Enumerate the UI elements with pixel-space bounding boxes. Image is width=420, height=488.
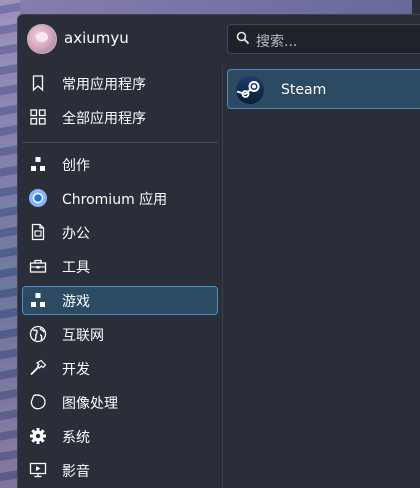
category-label: 互联网 [62,328,104,344]
category-chromium-apps[interactable]: Chromium 应用 [22,184,218,213]
category-label: 影音 [62,464,90,480]
avatar[interactable] [27,24,57,54]
category-favorites[interactable]: 常用应用程序 [22,69,218,98]
app-label: Steam [281,82,327,98]
gear-icon [30,428,46,444]
separator [22,142,218,143]
search-placeholder: 搜索... [256,34,298,50]
category-all-applications[interactable]: 全部应用程序 [22,103,218,132]
bookmark-icon [32,75,44,92]
steam-icon [236,76,264,104]
category-office[interactable]: 办公 [22,218,218,247]
category-label: 创作 [62,158,90,174]
games-icon [31,293,45,307]
category-internet[interactable]: 互联网 [22,320,218,349]
toolbox-icon [29,259,47,273]
category-label: Chromium 应用 [62,192,168,208]
graphics-blob-icon [30,394,46,410]
graphics-icon [31,157,45,171]
chromium-icon [29,189,47,207]
category-games[interactable]: 游戏 [22,286,218,315]
category-label: 全部应用程序 [62,111,146,127]
search-icon [236,31,250,45]
category-graphics[interactable]: 图像处理 [22,388,218,417]
multimedia-icon [29,462,47,478]
username[interactable]: axiumyu [64,29,129,47]
category-label: 开发 [62,362,90,378]
category-list: 常用应用程序 全部应用程序 创作 Chromium 应用 办公 工具 游戏 互联… [18,65,222,488]
category-utilities[interactable]: 工具 [22,252,218,281]
category-label: 游戏 [62,294,90,310]
category-development[interactable]: 开发 [22,354,218,383]
category-label: 常用应用程序 [62,77,146,93]
application-launcher: axiumyu 搜索... 常用应用程序 全部应用程序 创作 Chromium … [17,14,420,488]
category-creation[interactable]: 创作 [22,150,218,179]
category-label: 工具 [62,260,90,276]
hammer-icon [30,359,47,376]
globe-icon [29,325,47,343]
category-label: 图像处理 [62,396,118,412]
launcher-header: axiumyu 搜索... [18,15,420,65]
category-label: 办公 [62,226,90,242]
app-item-steam[interactable]: Steam [227,69,420,109]
office-document-icon [31,223,45,241]
category-system[interactable]: 系统 [22,422,218,451]
application-list: Steam [223,65,420,488]
category-label: 系统 [62,430,90,446]
category-multimedia[interactable]: 影音 [22,456,218,485]
search-input[interactable]: 搜索... [227,24,420,54]
grid-icon [30,109,46,125]
